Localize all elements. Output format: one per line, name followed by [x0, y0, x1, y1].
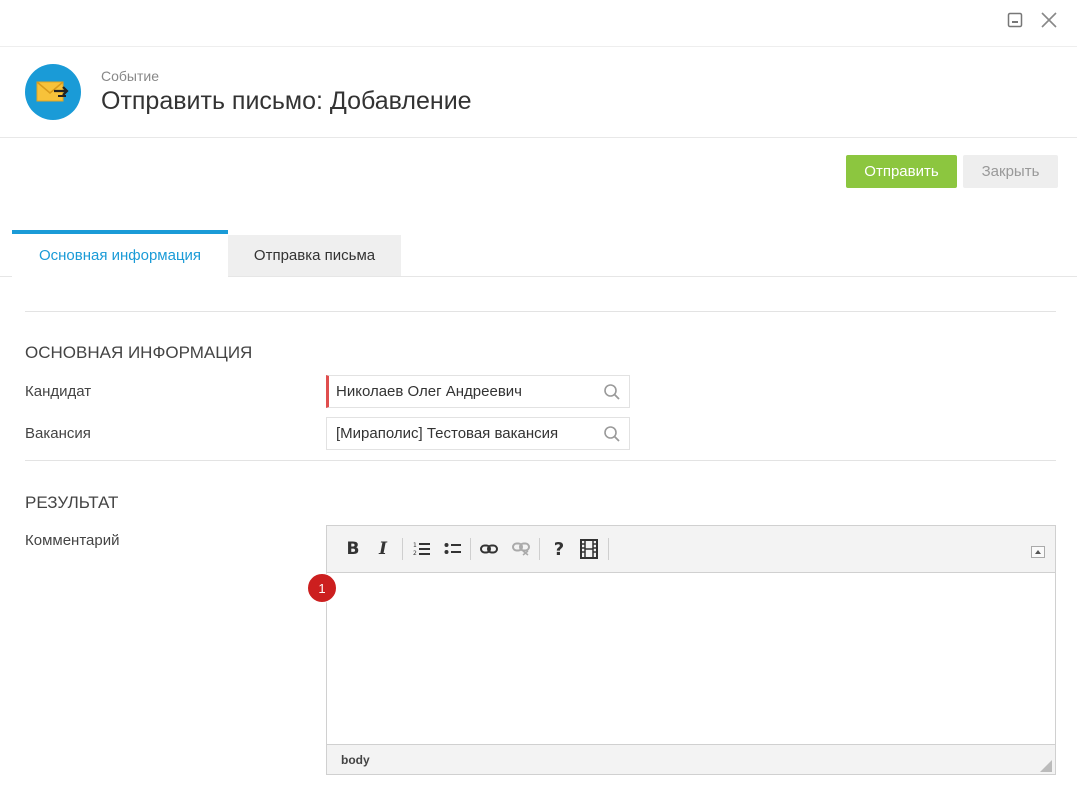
editor-status-bar: body [327, 744, 1055, 774]
triangle-up-icon [1035, 550, 1041, 554]
svg-text:2: 2 [413, 550, 417, 557]
svg-text:1: 1 [413, 542, 417, 549]
candidate-search-button[interactable] [595, 376, 629, 407]
element-path[interactable]: body [341, 753, 370, 767]
insert-media-button[interactable] [578, 538, 600, 560]
search-icon [604, 383, 620, 400]
close-button[interactable]: Закрыть [963, 155, 1058, 188]
ordered-list-icon: 1 2 [413, 542, 430, 557]
italic-button[interactable]: I [372, 538, 394, 560]
tabs-bar: Основная информация Отправка письма [0, 230, 1077, 277]
bold-button[interactable]: B [342, 538, 364, 560]
toolbar-separator [539, 538, 540, 560]
divider [25, 460, 1056, 461]
tab-send-letter[interactable]: Отправка письма [228, 235, 401, 276]
comment-editor: B I 1 2 ? body [326, 525, 1056, 775]
section-title-main-info: ОСНОВНАЯ ИНФОРМАЦИЯ [25, 343, 253, 362]
page-title: Отправить письмо: Добавление [101, 87, 472, 115]
section-title-result: РЕЗУЛЬТАТ [25, 493, 119, 512]
resize-handle[interactable] [1040, 759, 1052, 772]
editor-toolbar: B I 1 2 ? [327, 526, 1055, 573]
unlink-button[interactable] [510, 538, 532, 560]
film-icon [580, 539, 598, 559]
candidate-value[interactable]: Николаев Олег Андреевич [329, 383, 595, 400]
vacancy-value[interactable]: [Мираполис] Тестовая вакансия [327, 425, 595, 442]
search-icon [604, 425, 620, 442]
vacancy-search-button[interactable] [595, 418, 629, 449]
toolbar-separator [402, 538, 403, 560]
bullet-list-button[interactable] [442, 538, 464, 560]
toolbar-separator [608, 538, 609, 560]
tab-main-info[interactable]: Основная информация [12, 230, 228, 277]
minimize-icon [1007, 12, 1023, 28]
resize-grip-icon [1040, 760, 1052, 772]
help-button[interactable]: ? [548, 538, 570, 560]
divider [25, 311, 1056, 312]
comment-text-area[interactable] [327, 573, 1055, 744]
unlink-icon [512, 542, 530, 556]
vacancy-label: Вакансия [25, 425, 91, 442]
page-header: Событие Отправить письмо: Добавление [0, 46, 1077, 138]
ordered-list-button[interactable]: 1 2 [411, 538, 433, 560]
page-subtitle: Событие [101, 68, 159, 84]
comment-label: Комментарий [25, 532, 120, 549]
link-icon [480, 544, 498, 554]
insert-link-button[interactable] [478, 538, 500, 560]
minimize-button[interactable] [1005, 10, 1025, 30]
toolbar-separator [470, 538, 471, 560]
send-button[interactable]: Отправить [846, 155, 957, 188]
notification-badge: 1 [307, 573, 337, 603]
window-controls [1005, 10, 1059, 30]
bullet-list-icon [444, 543, 461, 554]
candidate-label: Кандидат [25, 383, 92, 400]
candidate-field[interactable]: Николаев Олег Андреевич [326, 375, 630, 408]
toolbar-collapse-button[interactable] [1031, 546, 1045, 558]
close-icon [1041, 12, 1057, 28]
close-window-button[interactable] [1039, 10, 1059, 30]
envelope-send-icon [25, 64, 81, 120]
vacancy-field[interactable]: [Мираполис] Тестовая вакансия [326, 417, 630, 450]
